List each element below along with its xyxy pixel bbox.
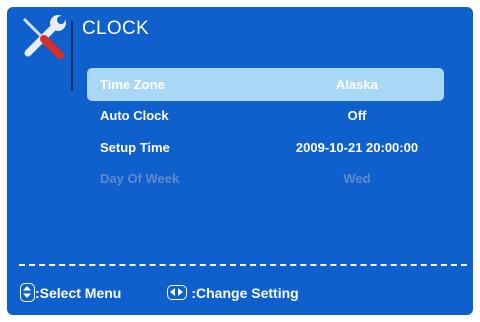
menu-item-value: Off	[347, 108, 367, 123]
menu-item-value: 2009-10-21 20:00:00	[295, 140, 419, 155]
footer-divider	[19, 264, 467, 266]
menu-item-label: Time Zone	[100, 77, 165, 92]
left-right-icon	[167, 285, 188, 300]
footer-hints: :Select Menu :Change Setting	[20, 283, 299, 302]
menu-item-label: Auto Clock	[100, 108, 169, 123]
change-setting-hint: :Change Setting	[191, 284, 299, 301]
select-menu-hint: :Select Menu	[35, 284, 122, 301]
up-down-icon	[20, 283, 35, 302]
tools-icon	[22, 15, 66, 59]
menu-item-label: Day Of Week	[100, 171, 180, 186]
menu-item-value: Wed	[343, 171, 371, 186]
menu-item-label: Setup Time	[100, 140, 170, 155]
menu-item-auto-clock[interactable]: Auto Clock Off	[87, 99, 444, 132]
osd-menu: CLOCK Time Zone Alaska Auto Clock Off Se…	[7, 7, 473, 315]
menu-title: CLOCK	[82, 18, 149, 39]
menu-item-time-zone[interactable]: Time Zone Alaska	[87, 68, 444, 101]
menu-item-day-of-week: Day Of Week Wed	[87, 162, 444, 195]
menu-item-value: Alaska	[336, 77, 378, 92]
menu-item-setup-time[interactable]: Setup Time 2009-10-21 20:00:00	[87, 131, 444, 164]
title-divider	[71, 21, 73, 91]
